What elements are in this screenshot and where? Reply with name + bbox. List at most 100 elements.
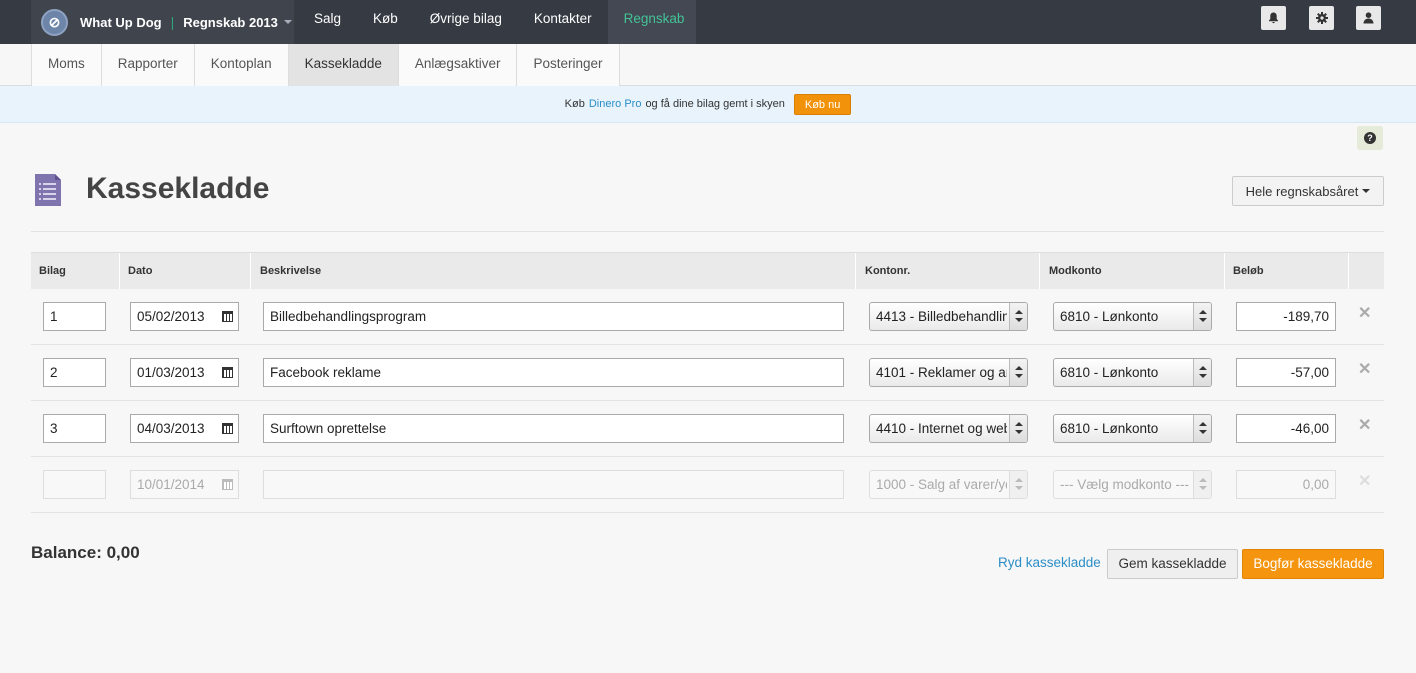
counter-account-value: 6810 - Lønkonto xyxy=(1060,421,1159,436)
description-input[interactable] xyxy=(263,470,844,499)
period-label: Hele regnskabsåret xyxy=(1245,183,1359,199)
chevron-down-icon xyxy=(283,20,292,24)
date-value: 10/01/2014 xyxy=(137,477,205,492)
description-input[interactable]: Surftown oprettelse xyxy=(263,414,844,443)
counter-account-select[interactable]: 6810 - Lønkonto xyxy=(1053,302,1212,331)
calendar-icon[interactable] xyxy=(222,423,233,434)
question-icon: ? xyxy=(1364,132,1376,144)
counter-account-value: --- Vælg modkonto --- xyxy=(1060,477,1190,492)
company-name: What Up Dog xyxy=(80,14,162,30)
col-beskrivelse: Beskrivelse xyxy=(251,253,856,289)
counter-account-value: 6810 - Lønkonto xyxy=(1060,365,1159,380)
save-journal-button[interactable]: Gem kassekladde xyxy=(1107,549,1238,579)
table-header: Bilag Dato Beskrivelse Kontonr. Modkonto… xyxy=(31,252,1384,289)
help-button[interactable]: ? xyxy=(1357,126,1383,150)
brand-separator: | xyxy=(170,14,175,30)
table-row: 1 05/02/2013 Billedbehandlingsprogram 44… xyxy=(31,289,1384,345)
post-journal-button[interactable]: Bogfør kassekladde xyxy=(1242,549,1384,579)
select-arrows-icon xyxy=(1193,471,1211,498)
amount-input[interactable]: -189,70 xyxy=(1236,302,1336,331)
date-value: 04/03/2013 xyxy=(137,421,205,436)
chevron-down-icon xyxy=(1362,189,1371,193)
counter-account-select[interactable]: 6810 - Lønkonto xyxy=(1053,414,1212,443)
account-select[interactable]: 4413 - Billedbehandlingsprogram xyxy=(869,302,1028,331)
bilag-input[interactable]: 1 xyxy=(43,302,106,331)
period-dropdown[interactable]: Hele regnskabsåret xyxy=(1232,176,1384,206)
table-row: 3 04/03/2013 Surftown oprettelse 4410 - … xyxy=(31,401,1384,457)
counter-account-select[interactable]: 6810 - Lønkonto xyxy=(1053,358,1212,387)
main-nav: Salg Køb Øvrige bilag Kontakter Regnskab xyxy=(298,0,696,44)
bilag-input[interactable]: 2 xyxy=(43,358,106,387)
account-select[interactable]: 4410 - Internet og webhotel xyxy=(869,414,1028,443)
date-input[interactable]: 01/03/2013 xyxy=(130,358,239,387)
select-arrows-icon xyxy=(1009,359,1027,386)
col-dato: Dato xyxy=(120,253,251,289)
promo-text: og få dine bilag gemt i skyen xyxy=(645,98,785,110)
tab-moms[interactable]: Moms xyxy=(32,44,102,86)
document-list-icon xyxy=(35,174,61,206)
account-value: 1000 - Salg af varer/ydelser xyxy=(876,477,1007,492)
promo-prefix: Køb xyxy=(564,98,585,110)
col-bilag: Bilag xyxy=(31,253,120,289)
table-row: 2 01/03/2013 Facebook reklame 4101 - Rek… xyxy=(31,345,1384,401)
select-arrows-icon xyxy=(1193,303,1211,330)
buy-now-button[interactable]: Køb nu xyxy=(793,93,852,115)
close-icon[interactable]: ✕ xyxy=(1358,471,1371,491)
calendar-icon[interactable] xyxy=(222,311,233,322)
select-arrows-icon xyxy=(1009,471,1027,498)
fiscal-year-label: Regnskab 2013 xyxy=(183,14,278,30)
clear-journal-link[interactable]: Ryd kassekladde xyxy=(998,555,1101,570)
select-arrows-icon xyxy=(1193,415,1211,442)
amount-input[interactable]: -57,00 xyxy=(1236,358,1336,387)
nav-salg[interactable]: Salg xyxy=(298,0,357,44)
account-select[interactable]: 4101 - Reklamer og annoncer xyxy=(869,358,1028,387)
calendar-icon[interactable] xyxy=(222,479,233,490)
nav-regnskab[interactable]: Regnskab xyxy=(607,0,696,44)
select-arrows-icon xyxy=(1193,359,1211,386)
col-modkonto: Modkonto xyxy=(1041,253,1225,289)
col-kontonr: Kontonr. xyxy=(857,253,1040,289)
bilag-input[interactable]: 3 xyxy=(43,414,106,443)
account-select[interactable]: 1000 - Salg af varer/ydelser xyxy=(869,470,1028,499)
date-input[interactable]: 05/02/2013 xyxy=(130,302,239,331)
date-input[interactable]: 04/03/2013 xyxy=(130,414,239,443)
account-value: 4101 - Reklamer og annoncer xyxy=(876,365,1007,380)
sub-nav: Moms Rapporter Kontoplan Kassekladde Anl… xyxy=(0,44,1416,86)
tab-kassekladde[interactable]: Kassekladde xyxy=(288,44,399,86)
promo-banner: Køb Dinero Pro og få dine bilag gemt i s… xyxy=(0,86,1416,123)
gear-icon[interactable] xyxy=(1309,6,1334,30)
amount-input[interactable]: 0,00 xyxy=(1236,470,1336,499)
select-arrows-icon xyxy=(1009,415,1027,442)
bell-icon[interactable] xyxy=(1261,6,1286,30)
counter-account-value: 6810 - Lønkonto xyxy=(1060,309,1159,324)
paperclip-logo-icon: ⊘ xyxy=(41,8,68,36)
nav-koeb[interactable]: Køb xyxy=(357,0,414,44)
tab-posteringer[interactable]: Posteringer xyxy=(517,44,620,86)
divider xyxy=(31,231,1384,232)
date-input[interactable]: 10/01/2014 xyxy=(130,470,239,499)
description-input[interactable]: Facebook reklame xyxy=(263,358,844,387)
close-icon[interactable]: ✕ xyxy=(1358,359,1371,379)
new-table-row: 10/01/2014 1000 - Salg af varer/ydelser … xyxy=(31,457,1384,513)
date-value: 01/03/2013 xyxy=(137,365,205,380)
amount-input[interactable]: -46,00 xyxy=(1236,414,1336,443)
tab-rapporter[interactable]: Rapporter xyxy=(101,44,195,86)
page-title: Kassekladde xyxy=(86,172,270,205)
close-icon[interactable]: ✕ xyxy=(1358,303,1371,323)
account-value: 4413 - Billedbehandlingsprogram xyxy=(876,309,1007,324)
bilag-input[interactable] xyxy=(43,470,106,499)
nav-kontakter[interactable]: Kontakter xyxy=(518,0,608,44)
tab-kontoplan[interactable]: Kontoplan xyxy=(194,44,289,86)
calendar-icon[interactable] xyxy=(222,367,233,378)
tab-anlaegsaktiver[interactable]: Anlægsaktiver xyxy=(398,44,518,86)
description-input[interactable]: Billedbehandlingsprogram xyxy=(263,302,844,331)
counter-account-select[interactable]: --- Vælg modkonto --- xyxy=(1053,470,1212,499)
company-switcher[interactable]: ⊘ What Up Dog | Regnskab 2013 xyxy=(31,0,294,44)
balance-label: Balance: 0,00 xyxy=(31,543,140,562)
close-icon[interactable]: ✕ xyxy=(1358,415,1371,435)
nav-oevrige-bilag[interactable]: Øvrige bilag xyxy=(414,0,518,44)
col-beloeb: Beløb xyxy=(1225,253,1349,289)
promo-link[interactable]: Dinero Pro xyxy=(589,98,642,110)
date-value: 05/02/2013 xyxy=(137,309,205,324)
user-icon[interactable] xyxy=(1356,6,1381,30)
